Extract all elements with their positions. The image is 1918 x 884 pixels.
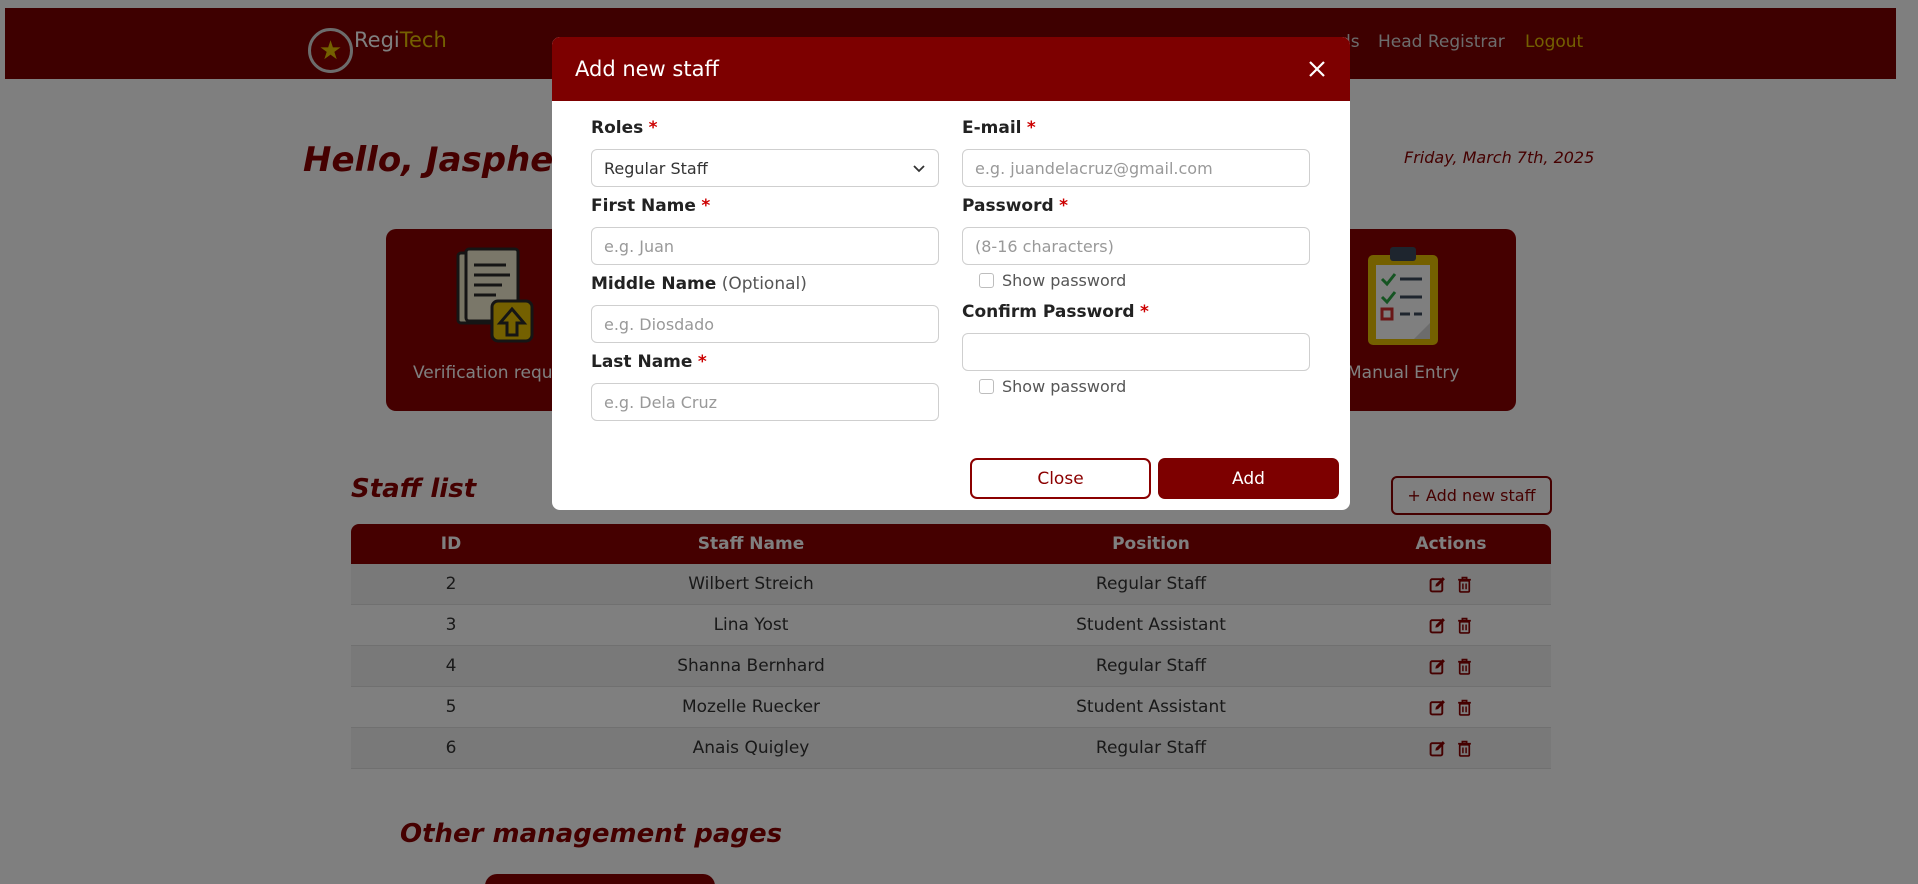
middle-name-field[interactable]: e.g. Diosdado — [591, 305, 939, 343]
close-button[interactable]: Close — [970, 458, 1151, 499]
confirm-password-label: Confirm Password * — [962, 302, 1149, 322]
middle-name-label: Middle Name (Optional) — [591, 274, 807, 294]
last-name-field[interactable]: e.g. Dela Cruz — [591, 383, 939, 421]
password-field[interactable]: (8-16 characters) — [962, 227, 1310, 265]
first-name-field[interactable]: e.g. Juan — [591, 227, 939, 265]
email-label: E-mail * — [962, 118, 1036, 138]
show-confirm-password-checkbox[interactable] — [979, 379, 994, 394]
show-password-toggle[interactable]: Show password — [979, 271, 1126, 290]
add-staff-modal: Add new staff Roles * Regular Staff Firs… — [552, 37, 1350, 510]
show-password-label: Show password — [1002, 377, 1127, 396]
confirm-password-field[interactable] — [962, 333, 1310, 371]
add-button[interactable]: Add — [1158, 458, 1339, 499]
email-field[interactable]: e.g. juandelacruz@gmail.com — [962, 149, 1310, 187]
modal-header: Add new staff — [552, 37, 1350, 101]
chevron-down-icon — [913, 165, 925, 173]
show-password-label: Show password — [1002, 271, 1127, 290]
modal-title: Add new staff — [575, 57, 719, 81]
show-password-checkbox[interactable] — [979, 273, 994, 288]
last-name-label: Last Name * — [591, 352, 707, 372]
roles-label: Roles * — [591, 118, 658, 138]
close-icon[interactable] — [1307, 59, 1327, 79]
first-name-label: First Name * — [591, 196, 711, 216]
roles-select[interactable]: Regular Staff — [591, 149, 939, 187]
show-confirm-password-toggle[interactable]: Show password — [979, 377, 1126, 396]
password-label: Password * — [962, 196, 1068, 216]
